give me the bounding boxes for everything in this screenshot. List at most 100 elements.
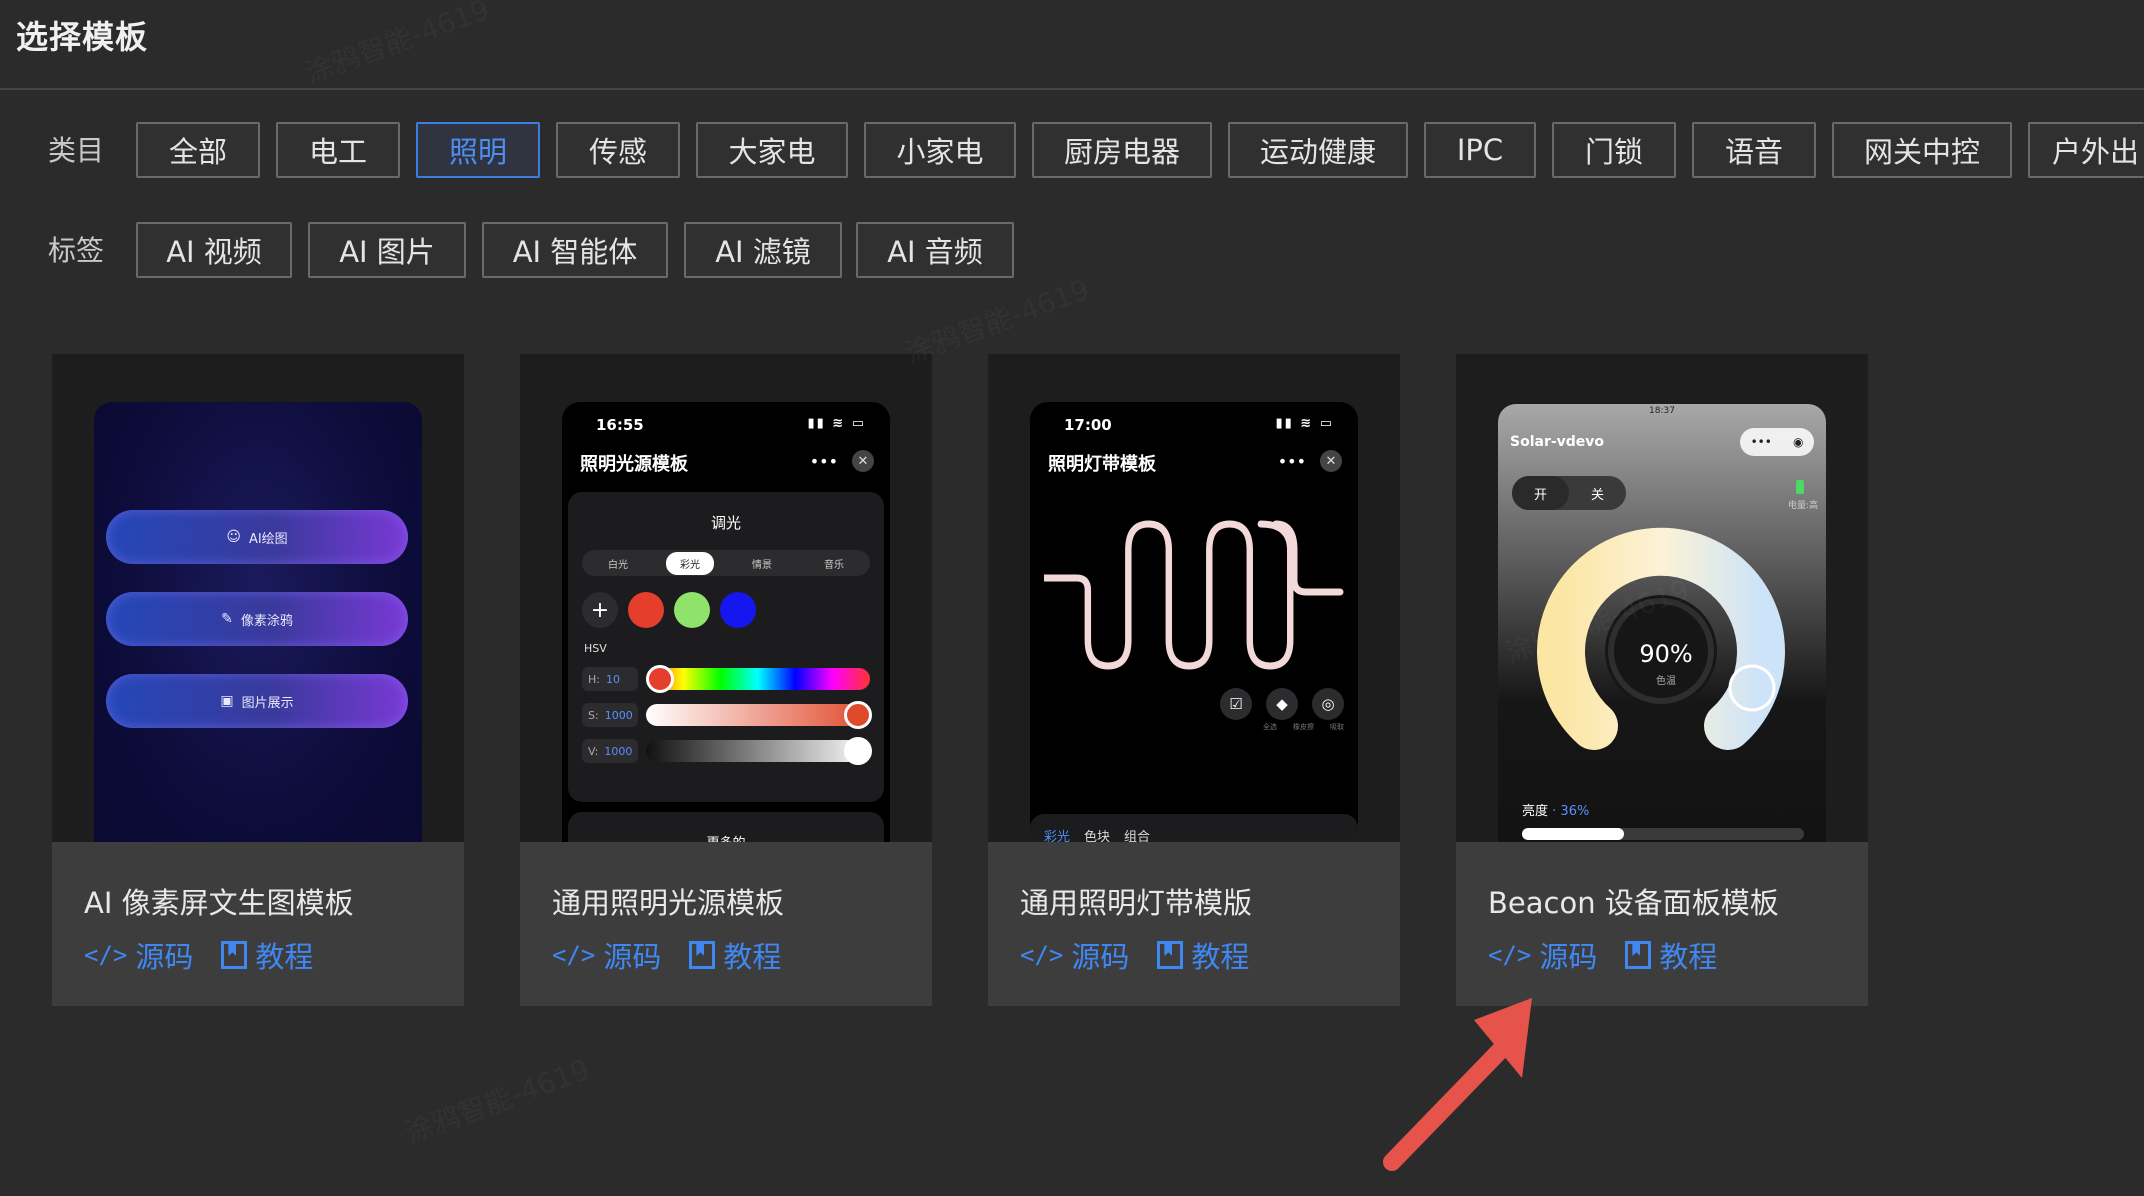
brightness-label: 亮度 xyxy=(1522,804,1549,819)
tutorial-label: 教程 xyxy=(1191,940,1250,974)
template-card-light-strip[interactable]: 17:00 ▮▮ ≋ ▭ 照明灯带模板 ••• ✕ ☑ ◆ ◎ 全选 橡皮擦 吸… xyxy=(988,354,1400,1006)
category-chip-all[interactable]: 全部 xyxy=(136,122,260,178)
tutorial-label: 教程 xyxy=(723,940,782,974)
template-card-light-source[interactable]: 16:55 ▮▮ ≋ ▭ 照明光源模板 ••• ✕ 调光 白光 彩光 情景 音乐… xyxy=(520,354,932,1006)
strip-tab-active: 彩光 xyxy=(1044,830,1071,842)
tool-label: 橡皮擦 xyxy=(1293,723,1314,731)
template-name: AI 像素屏文生图模板 xyxy=(84,886,354,920)
value-slider xyxy=(646,737,872,765)
template-preview[interactable]: 17:00 ▮▮ ≋ ▭ 照明灯带模板 ••• ✕ ☑ ◆ ◎ 全选 橡皮擦 吸… xyxy=(988,354,1400,842)
phone-title: 照明灯带模板 xyxy=(1048,454,1156,475)
panel-title: 调光 xyxy=(710,514,741,532)
category-chip-small-appliance[interactable]: 小家电 xyxy=(864,122,1016,178)
template-name: 通用照明灯带模版 xyxy=(1020,886,1253,920)
hue-slider xyxy=(646,665,870,693)
code-icon: </> xyxy=(552,941,596,969)
card-footer: 通用照明灯带模版 </> 源码 教程 xyxy=(988,842,1400,1006)
tag-chip-ai-filter[interactable]: AI 滤镜 xyxy=(684,222,842,278)
code-icon: </> xyxy=(1020,941,1064,969)
category-chip-ipc[interactable]: IPC xyxy=(1424,122,1536,178)
source-code-link[interactable]: </> 源码 xyxy=(552,934,661,976)
ai-pill-label: 像素涂鸦 xyxy=(240,613,293,629)
tag-chip-ai-agent[interactable]: AI 智能体 xyxy=(482,222,668,278)
plus-icon: + xyxy=(582,592,618,628)
template-preview[interactable]: ☺ AI绘图 ✎ 像素涂鸦 ▣ 图片展示 xyxy=(52,354,464,842)
power-off-label: 关 xyxy=(1590,487,1604,503)
signal-wifi-battery-icon: ▮▮ ≋ ▭ xyxy=(1275,416,1334,431)
tutorial-link[interactable]: 教程 xyxy=(1625,934,1717,976)
watermark: 涂鸦智能-4619 xyxy=(299,0,494,92)
dial-value: 90% xyxy=(1639,640,1693,668)
category-chip-sports-health[interactable]: 运动健康 xyxy=(1228,122,1408,178)
source-code-label: 源码 xyxy=(1071,940,1130,974)
category-chip-kitchen[interactable]: 厨房电器 xyxy=(1032,122,1212,178)
card-footer: 通用照明光源模板 </> 源码 教程 xyxy=(520,842,932,1006)
book-icon xyxy=(1625,941,1652,969)
source-code-link[interactable]: </> 源码 xyxy=(1020,934,1129,976)
template-preview[interactable]: 16:55 ▮▮ ≋ ▭ 照明光源模板 ••• ✕ 调光 白光 彩光 情景 音乐… xyxy=(520,354,932,842)
tag-chip-ai-audio[interactable]: AI 音频 xyxy=(856,222,1014,278)
picture-icon: ▣ xyxy=(220,693,234,709)
brightness-value: 36% xyxy=(1560,804,1590,819)
code-icon: </> xyxy=(1488,941,1532,969)
code-icon: </> xyxy=(84,941,128,969)
category-chip-sensor[interactable]: 传感 xyxy=(556,122,680,178)
phone-mockup: 16:55 ▮▮ ≋ ▭ 照明光源模板 ••• ✕ 调光 白光 彩光 情景 音乐… xyxy=(562,402,890,842)
more-icon: ••• xyxy=(1277,451,1306,471)
mode-tab: 音乐 xyxy=(824,559,844,571)
tag-chip-ai-video[interactable]: AI 视频 xyxy=(136,222,292,278)
tutorial-label: 教程 xyxy=(255,940,314,974)
more-panel: 更多的 xyxy=(568,812,884,842)
category-chip-outdoor[interactable]: 户外出 xyxy=(2028,122,2144,178)
source-code-link[interactable]: </> 源码 xyxy=(1488,934,1597,976)
hsv-label: HSV xyxy=(584,642,607,655)
saturation-row: S: 1000 xyxy=(582,701,872,729)
light-strip-graphic xyxy=(1044,520,1344,670)
template-name: 通用照明光源模板 xyxy=(552,886,785,920)
tutorial-link[interactable]: 教程 xyxy=(1157,934,1249,976)
close-icon: ✕ xyxy=(1320,450,1342,472)
mode-tab-active: 彩光 xyxy=(666,551,714,575)
color-swatch-blue xyxy=(720,592,756,628)
template-preview[interactable]: 18:37 Solar-vdevo ••• ◉ 开 关 电量:高 90% 色温 … xyxy=(1456,354,1868,842)
more-icon: ••• xyxy=(809,451,838,471)
status-time: 17:00 xyxy=(1064,416,1112,434)
eyedropper-icon: ◎ xyxy=(1312,688,1344,720)
dimming-panel: 调光 白光 彩光 情景 音乐 + HSV H: 10 S: 1000 V: 10… xyxy=(568,492,884,802)
book-icon xyxy=(221,941,248,969)
ai-draw-pill: ☺ AI绘图 xyxy=(106,510,408,564)
category-chip-electrician[interactable]: 电工 xyxy=(276,122,400,178)
source-code-label: 源码 xyxy=(1539,940,1598,974)
hue-key: H: xyxy=(588,672,600,686)
hue-row: H: 10 xyxy=(582,665,870,693)
value-knob xyxy=(844,737,872,765)
robot-icon: ☺ xyxy=(226,529,241,545)
tool-label: 全选 xyxy=(1263,723,1277,731)
tutorial-link[interactable]: 教程 xyxy=(689,934,781,976)
tutorial-link[interactable]: 教程 xyxy=(221,934,313,976)
category-chip-gateway[interactable]: 网关中控 xyxy=(1832,122,2012,178)
mini-program-capsule: ••• ◉ xyxy=(1740,428,1814,456)
target-icon: ◉ xyxy=(1792,435,1804,449)
status-bar: 17:00 ▮▮ ≋ ▭ xyxy=(1064,416,1334,434)
brightness-fill xyxy=(1522,828,1624,840)
template-card-ai-pixel[interactable]: ☺ AI绘图 ✎ 像素涂鸦 ▣ 图片展示 AI 像素屏文生图模板 </> 源码 … xyxy=(52,354,464,1006)
saturation-slider xyxy=(646,701,872,729)
status-bar: 16:55 ▮▮ ≋ ▭ xyxy=(596,416,866,434)
saturation-key: S: xyxy=(588,708,599,722)
source-code-label: 源码 xyxy=(603,940,662,974)
signal-wifi-battery-icon: ▮▮ ≋ ▭ xyxy=(807,416,866,431)
category-chip-door-lock[interactable]: 门锁 xyxy=(1552,122,1676,178)
tag-chip-ai-image[interactable]: AI 图片 xyxy=(308,222,466,278)
select-all-icon: ☑ xyxy=(1220,688,1252,720)
template-card-beacon[interactable]: 18:37 Solar-vdevo ••• ◉ 开 关 电量:高 90% 色温 … xyxy=(1456,354,1868,1006)
category-chip-lighting[interactable]: 照明 xyxy=(416,122,540,178)
category-chip-large-appliance[interactable]: 大家电 xyxy=(696,122,848,178)
source-code-link[interactable]: </> 源码 xyxy=(84,934,193,976)
category-chip-voice[interactable]: 语音 xyxy=(1692,122,1816,178)
phone-title: 照明光源模板 xyxy=(580,454,688,475)
status-time: 16:55 xyxy=(596,416,644,434)
watermark: 涂鸦智能-4619 xyxy=(399,1048,594,1152)
hue-value: 10 xyxy=(605,672,620,686)
pencil-icon: ✎ xyxy=(221,611,233,627)
